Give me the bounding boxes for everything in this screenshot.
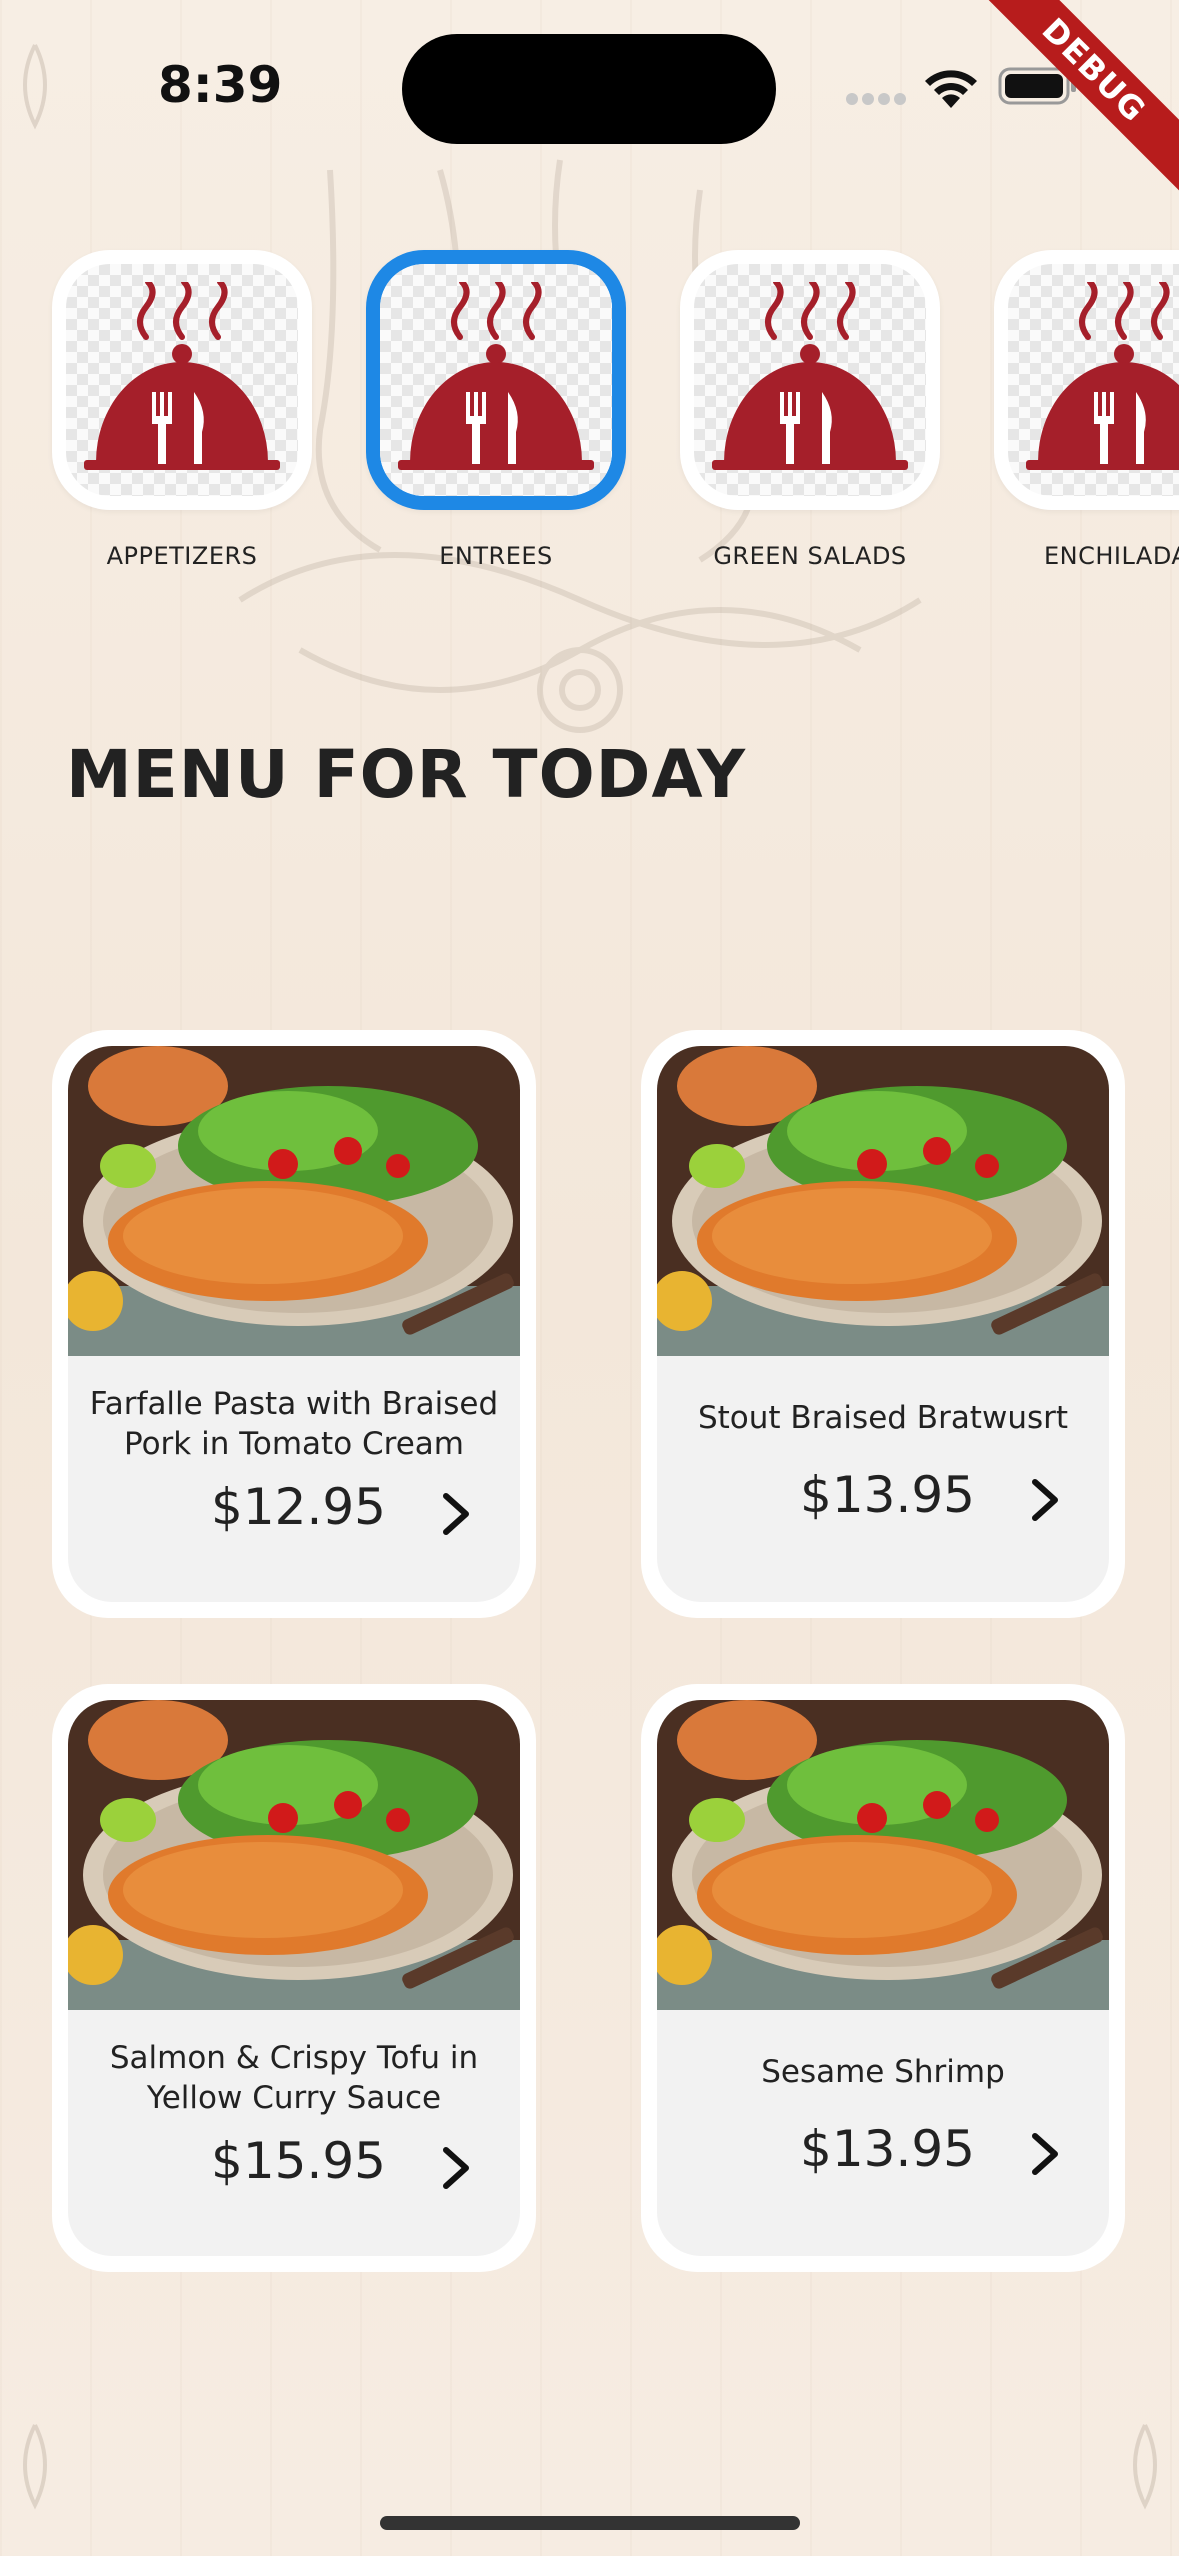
category-tile[interactable] <box>52 250 312 510</box>
menu-item-card[interactable]: Salmon & Crispy Tofu in Yellow Curry Sau… <box>52 1684 536 2272</box>
category-image <box>380 264 612 496</box>
category-label: GREEN SALADS <box>713 542 907 570</box>
chevron-right-icon[interactable] <box>438 2146 474 2190</box>
food-image <box>68 1700 520 2010</box>
cloche-icon <box>712 282 908 470</box>
cellular-signal-icon <box>846 93 906 105</box>
status-time: 8:39 <box>158 56 283 114</box>
menu-item-card[interactable]: Sesame Shrimp $13.95 <box>641 1684 1125 2272</box>
category-tile-selected[interactable] <box>366 250 626 510</box>
category-image <box>66 264 298 496</box>
wifi-icon <box>925 70 977 108</box>
home-indicator[interactable] <box>380 2516 800 2530</box>
cloche-icon <box>398 282 594 470</box>
food-image <box>68 1046 520 1356</box>
category-tile[interactable] <box>680 250 940 510</box>
menu-item-name: Farfalle Pasta with Braised Pork in Toma… <box>89 1386 499 1462</box>
menu-item-name: Stout Braised Bratwusrt <box>697 1400 1069 1436</box>
category-image <box>1008 264 1179 496</box>
corner-ornament-icon <box>23 44 47 130</box>
page-title: MENU FOR TODAY <box>66 736 747 813</box>
category-green-salads[interactable]: GREEN SALADS <box>680 250 940 570</box>
menu-item-price: $12.95 <box>211 1478 386 1536</box>
menu-item-card[interactable]: Farfalle Pasta with Braised Pork in Toma… <box>52 1030 536 1618</box>
category-carousel[interactable]: APPETIZERS ENTREES GREEN SALADS ENCHILAD… <box>0 250 1179 590</box>
menu-item-price: $15.95 <box>211 2132 386 2190</box>
chevron-right-icon[interactable] <box>1027 1478 1063 1522</box>
menu-item-card[interactable]: Stout Braised Bratwusrt $13.95 <box>641 1030 1125 1618</box>
category-entrees[interactable]: ENTREES <box>366 250 626 570</box>
category-tile[interactable] <box>994 250 1179 510</box>
category-image <box>694 264 926 496</box>
menu-item-name: Sesame Shrimp <box>761 2054 1005 2090</box>
menu-item-price: $13.95 <box>800 1466 975 1524</box>
dynamic-island <box>402 34 776 144</box>
category-label: ENTREES <box>439 542 553 570</box>
category-label: ENCHILADA <box>1044 542 1179 570</box>
category-label: APPETIZERS <box>106 542 258 570</box>
corner-ornament-icon <box>1133 2424 1157 2510</box>
food-image <box>657 1046 1109 1356</box>
chevron-right-icon[interactable] <box>438 1492 474 1536</box>
menu-item-name: Salmon & Crispy Tofu in Yellow Curry Sau… <box>109 2040 479 2116</box>
chevron-right-icon[interactable] <box>1027 2132 1063 2176</box>
menu-item-price: $13.95 <box>800 2120 975 2178</box>
cloche-icon <box>84 282 280 470</box>
category-appetizers[interactable]: APPETIZERS <box>52 250 312 570</box>
app-root: 8:39 DEBUG APPETIZERS ENTREES GREEN SALA… <box>0 0 1179 2556</box>
corner-ornament-icon <box>23 2424 47 2510</box>
cloche-icon <box>1026 282 1179 470</box>
food-image <box>657 1700 1109 2010</box>
category-enchilada[interactable]: ENCHILADA <box>994 250 1179 570</box>
